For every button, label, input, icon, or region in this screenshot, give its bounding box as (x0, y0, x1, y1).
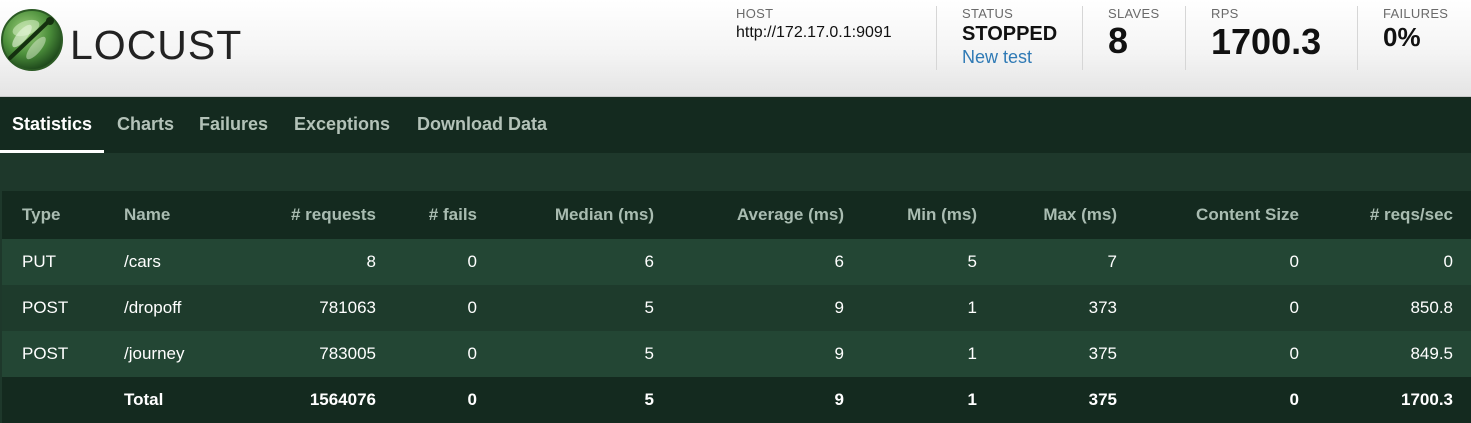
table-total-row: Total 1564076 0 5 9 1 375 0 1700.3 (2, 377, 1471, 423)
cell-content-size: 0 (1289, 252, 1299, 271)
cell-content-size: 0 (1289, 390, 1299, 409)
cell-min: 1 (967, 390, 977, 409)
column-header-requests[interactable]: # requests (226, 191, 394, 239)
tab-download-data[interactable]: Download Data (417, 97, 547, 150)
cell-max: 375 (1088, 390, 1117, 409)
cell-type: PUT (22, 252, 56, 271)
failures-value: 0% (1383, 22, 1421, 52)
cell-average: 9 (834, 344, 844, 363)
cell-reqs-per-sec: 1700.3 (1401, 390, 1453, 409)
cell-median: 6 (644, 252, 654, 271)
tab-bar: Statistics Charts Failures Exceptions Do… (0, 97, 1471, 153)
status-box: STATUS STOPPED New test (962, 6, 1077, 70)
cell-max: 7 (1107, 252, 1117, 271)
rps-label: RPS (1211, 6, 1239, 21)
tab-failures[interactable]: Failures (199, 97, 268, 150)
divider (1357, 6, 1358, 70)
host-box: HOST http://172.17.0.1:9091 (736, 6, 931, 70)
cell-min: 1 (967, 298, 977, 317)
cell-fails: 0 (467, 298, 477, 317)
cell-name: /journey (124, 344, 185, 363)
locust-dragonfly-logo-icon (1, 9, 63, 71)
top-header: LOCUST HOST http://172.17.0.1:9091 STATU… (0, 0, 1471, 97)
column-header-content-size[interactable]: Content Size (1135, 191, 1317, 239)
cell-average: 9 (834, 298, 844, 317)
failures-label: FAILURES (1383, 6, 1449, 21)
cell-reqs-per-sec: 850.8 (1410, 298, 1453, 317)
column-header-average[interactable]: Average (ms) (672, 191, 862, 239)
column-header-min[interactable]: Min (ms) (862, 191, 995, 239)
tab-exceptions[interactable]: Exceptions (294, 97, 390, 150)
cell-type: POST (22, 344, 69, 363)
divider (1082, 6, 1083, 70)
host-label: HOST (736, 6, 774, 21)
cell-median: 5 (644, 344, 654, 363)
cell-content-size: 0 (1289, 344, 1299, 363)
cell-median: 5 (644, 298, 654, 317)
cell-name: /cars (124, 252, 161, 271)
cell-name: Total (124, 390, 164, 409)
cell-min: 1 (967, 344, 977, 363)
column-header-max[interactable]: Max (ms) (995, 191, 1135, 239)
cell-requests: 8 (366, 252, 376, 271)
table-header-row: Type Name # requests # fails Median (ms)… (2, 191, 1471, 239)
cell-fails: 0 (467, 252, 477, 271)
cell-name: /dropoff (124, 298, 182, 317)
cell-requests: 783005 (319, 344, 376, 363)
table-row: POST /journey 783005 0 5 9 1 375 0 849.5 (2, 331, 1471, 377)
column-header-type[interactable]: Type (2, 191, 104, 239)
status-label: STATUS (962, 6, 1014, 21)
cell-fails: 0 (467, 344, 477, 363)
failures-box: FAILURES 0% (1383, 6, 1469, 70)
cell-average: 6 (834, 252, 844, 271)
slaves-box: SLAVES 8 (1108, 6, 1178, 70)
new-test-link[interactable]: New test (962, 46, 1077, 68)
rps-box: RPS 1700.3 (1211, 6, 1351, 70)
cell-reqs-per-sec: 0 (1443, 252, 1453, 271)
cell-reqs-per-sec: 849.5 (1410, 344, 1453, 363)
cell-requests: 781063 (319, 298, 376, 317)
table-row: PUT /cars 8 0 6 6 5 7 0 0 (2, 239, 1471, 285)
cell-content-size: 0 (1289, 298, 1299, 317)
logo-text: LOCUST (70, 22, 243, 68)
divider (936, 6, 937, 70)
column-header-name[interactable]: Name (104, 191, 226, 239)
table-row: POST /dropoff 781063 0 5 9 1 373 0 850.8 (2, 285, 1471, 331)
cell-min: 5 (967, 252, 977, 271)
divider (1185, 6, 1186, 70)
column-header-median[interactable]: Median (ms) (495, 191, 672, 239)
cell-max: 375 (1088, 344, 1117, 363)
cell-type: POST (22, 298, 69, 317)
host-value: http://172.17.0.1:9091 (736, 24, 892, 41)
cell-fails: 0 (467, 390, 477, 409)
rps-value: 1700.3 (1211, 21, 1322, 62)
cell-requests: 1564076 (309, 390, 376, 409)
column-header-reqs-per-sec[interactable]: # reqs/sec (1317, 191, 1471, 239)
locust-logo: LOCUST (0, 8, 260, 74)
slaves-value: 8 (1108, 20, 1129, 61)
cell-average: 9 (834, 390, 844, 409)
cell-type (2, 377, 104, 423)
status-value: STOPPED (962, 23, 1058, 45)
cell-max: 373 (1088, 298, 1117, 317)
tab-charts[interactable]: Charts (117, 97, 174, 150)
cell-median: 5 (644, 390, 654, 409)
statistics-panel: Type Name # requests # fails Median (ms)… (0, 153, 1471, 423)
column-header-fails[interactable]: # fails (394, 191, 495, 239)
tab-statistics[interactable]: Statistics (0, 97, 105, 153)
statistics-table: Type Name # requests # fails Median (ms)… (2, 191, 1471, 423)
